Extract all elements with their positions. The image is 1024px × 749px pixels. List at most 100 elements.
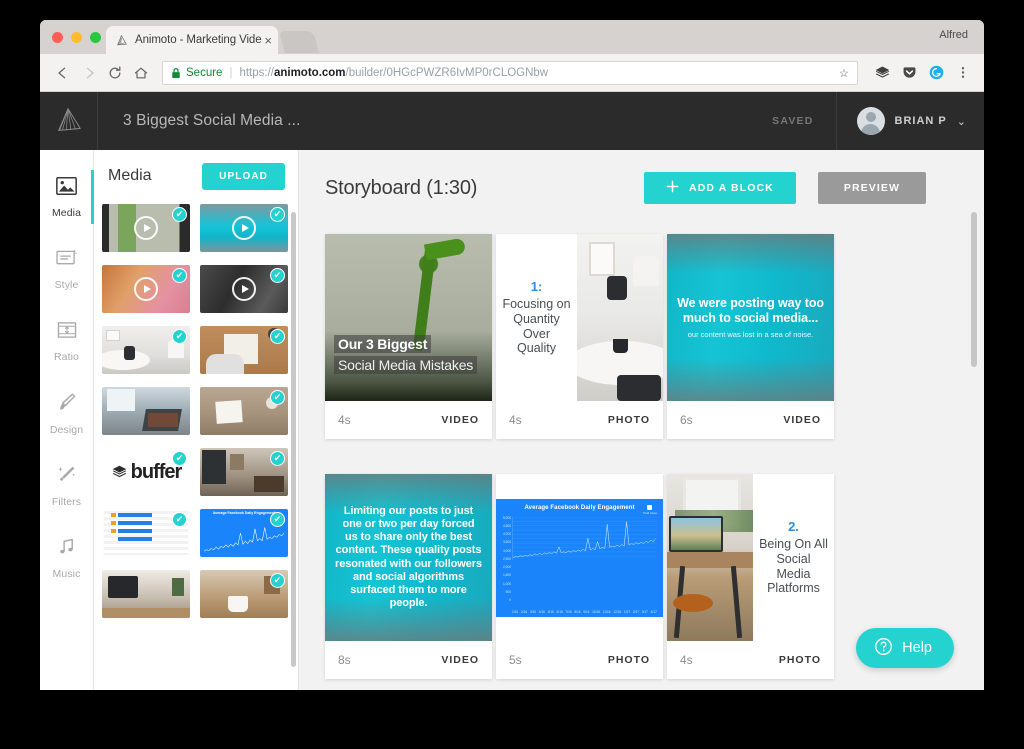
media-thumbnail[interactable] <box>102 387 190 435</box>
card-artwork: Our 3 Biggest Social Media Mistakes <box>325 234 492 401</box>
preview-button[interactable]: PREVIEW <box>817 172 926 204</box>
media-thumbnail[interactable]: ✔ <box>102 265 190 313</box>
grammarly-extension-icon[interactable] <box>925 62 947 84</box>
play-icon <box>232 216 256 240</box>
close-window-button[interactable] <box>52 32 63 43</box>
add-a-block-button[interactable]: ADD A BLOCK <box>644 172 796 204</box>
chrome-menu-button[interactable] <box>952 62 974 84</box>
selected-check-icon: ✔ <box>270 390 285 405</box>
user-menu[interactable]: BRIAN P ⌄ <box>835 92 984 150</box>
pocket-extension-icon[interactable] <box>898 62 920 84</box>
close-tab-button[interactable]: × <box>264 34 272 47</box>
card-subhead: our content was lost in a sea of noise. <box>687 330 814 340</box>
layers-extension-icon[interactable] <box>871 62 893 84</box>
x-tick: 1/16 <box>512 609 519 614</box>
add-a-block-label: ADD A BLOCK <box>689 182 774 194</box>
media-thumbnail[interactable]: buffer ✔ <box>102 448 190 496</box>
media-thumbnail[interactable] <box>102 570 190 618</box>
storyboard-card[interactable]: Our 3 Biggest Social Media Mistakes 4s V… <box>325 234 492 439</box>
teal-gradient-background: Limiting our posts to just one or two pe… <box>325 474 492 641</box>
sidebar-item-music[interactable]: Music <box>40 522 93 594</box>
media-thumbnail[interactable]: ✔ <box>200 326 288 374</box>
sidebar-item-label: Design <box>49 424 84 436</box>
media-thumbnail[interactable]: ✔ <box>200 448 288 496</box>
storyboard-card[interactable]: 1: Focusing on Quantity Over Quality 4s … <box>496 234 663 439</box>
card-duration: 6s <box>680 413 693 427</box>
media-panel: Media UPLOAD ✔ ✔ ✔ ✔ ✔ ✔ ✔ buffer ✔ ✔ ✔ … <box>94 150 299 690</box>
home-button[interactable] <box>128 60 154 86</box>
sidebar-item-filters[interactable]: Filters <box>40 450 93 522</box>
x-tick: 7/16 <box>565 609 572 614</box>
animoto-logo-icon[interactable] <box>40 92 98 150</box>
y-tick: 3,000 <box>503 548 511 553</box>
media-thumbnail[interactable]: ✔ <box>200 570 288 618</box>
address-bar[interactable]: Secure | https://animoto.com/builder/0HG… <box>162 60 858 85</box>
card-duration: 8s <box>338 653 351 667</box>
url-text: https://animoto.com/builder/0HGcPWZR6IvM… <box>239 67 548 79</box>
storyboard-panel: Storyboard (1:30) ADD A BLOCK PREVIEW Ou… <box>299 150 984 690</box>
media-thumbnail-grid: ✔ ✔ ✔ ✔ ✔ ✔ ✔ buffer ✔ ✔ ✔ Average Faceb… <box>94 202 298 690</box>
chart-line-series <box>512 516 657 560</box>
new-tab-button[interactable] <box>279 31 319 53</box>
user-name: BRIAN P <box>894 115 947 127</box>
brush-icon <box>57 392 77 417</box>
card-artwork: We were posting way too much to social m… <box>667 234 834 401</box>
help-button[interactable]: Help <box>856 628 954 668</box>
minimize-window-button[interactable] <box>71 32 82 43</box>
y-tick: 2,500 <box>503 556 511 561</box>
x-tick: 2/16 <box>520 609 528 614</box>
sidebar-item-media[interactable]: Media <box>40 162 94 234</box>
storyboard-scrollbar[interactable] <box>971 212 977 367</box>
card-duration: 4s <box>509 413 522 427</box>
bookmark-star-icon[interactable]: ☆ <box>831 66 849 80</box>
sidebar-item-label: Media <box>51 207 82 219</box>
window-controls[interactable] <box>52 32 101 43</box>
selected-check-icon: ✔ <box>270 207 285 222</box>
media-thumbnail[interactable]: ✔ <box>102 509 190 557</box>
media-thumbnail[interactable]: ✔ <box>200 387 288 435</box>
card-media-type: PHOTO <box>607 654 650 666</box>
wand-icon <box>57 464 77 489</box>
x-tick: 6/16 <box>556 609 563 614</box>
storyboard-card[interactable]: Limiting our posts to just one or two pe… <box>325 474 492 679</box>
selected-check-icon: ✔ <box>270 573 285 588</box>
storyboard-card[interactable]: Average Facebook Daily Engagement Total … <box>496 474 663 679</box>
maximize-window-button[interactable] <box>90 32 101 43</box>
avatar <box>856 107 885 135</box>
x-tick: 10/16 <box>592 609 601 614</box>
media-thumbnail[interactable]: ✔ <box>102 204 190 252</box>
y-tick: 0 <box>509 598 511 603</box>
forward-button[interactable] <box>76 60 102 86</box>
card-media-type: VIDEO <box>441 414 479 426</box>
card-photo-side <box>577 234 663 401</box>
sidebar-item-style[interactable]: Style <box>40 234 93 306</box>
y-tick: 3,500 <box>503 540 511 545</box>
media-thumbnail[interactable]: ✔ <box>200 204 288 252</box>
media-thumbnail[interactable]: ✔ <box>102 326 190 374</box>
legend-entry: Total Likes <box>642 510 657 515</box>
browser-tab-animoto[interactable]: Animoto - Marketing Video bui × <box>106 26 278 54</box>
reload-button[interactable] <box>102 60 128 86</box>
card-media-type: PHOTO <box>778 654 821 666</box>
card-artwork: Limiting our posts to just one or two pe… <box>325 474 492 641</box>
media-panel-scrollbar[interactable] <box>291 212 296 667</box>
upload-button[interactable]: UPLOAD <box>202 162 285 190</box>
card-headline: Limiting our posts to just one or two pe… <box>335 504 482 610</box>
back-button[interactable] <box>50 60 76 86</box>
note-icon <box>57 537 76 561</box>
card-footer: 4s VIDEO <box>325 401 492 439</box>
storyboard-card[interactable]: We were posting way too much to social m… <box>667 234 834 439</box>
storyboard-header: Storyboard (1:30) ADD A BLOCK PREVIEW <box>299 150 984 204</box>
y-tick: 5,000 <box>503 515 511 520</box>
secure-label: Secure <box>186 66 223 79</box>
project-title[interactable]: 3 Biggest Social Media ... <box>123 112 301 130</box>
card-artwork: Average Facebook Daily Engagement Total … <box>496 474 663 641</box>
y-tick: 500 <box>505 589 511 594</box>
storyboard-card[interactable]: 2. Being On All Social Media Platforms 4… <box>667 474 834 679</box>
sidebar-item-design[interactable]: Design <box>40 378 93 450</box>
card-media-type: VIDEO <box>783 414 821 426</box>
media-thumbnail[interactable]: Average Facebook Daily Engagement ✔ <box>200 509 288 557</box>
save-status: SAVED <box>772 115 814 127</box>
sidebar-item-ratio[interactable]: Ratio <box>40 306 93 378</box>
media-thumbnail[interactable]: ✔ <box>200 265 288 313</box>
